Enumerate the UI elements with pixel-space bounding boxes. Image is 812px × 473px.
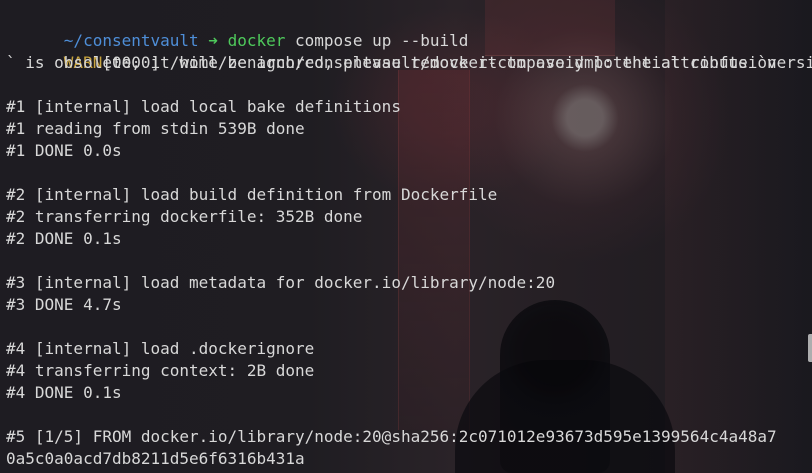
build-step-1-line: #1 reading from stdin 539B done [6, 119, 305, 138]
build-step-1-line: #1 [internal] load local bake definition… [6, 97, 401, 116]
build-step-2-line: #2 transferring dockerfile: 352B done [6, 207, 363, 226]
command-name: docker [227, 31, 286, 50]
build-step-2-line: #2 DONE 0.1s [6, 229, 122, 248]
build-step-4-line: #4 [internal] load .dockerignore [6, 339, 315, 358]
terminal-output: ~/consentvault ➜ docker compose up --bui… [0, 0, 812, 470]
build-step-5-line: 0a5c0a0acd7db8211d5e6f6316b431a [6, 449, 305, 468]
prompt-line: ~/consentvault ➜ docker compose up --bui… [6, 8, 812, 50]
terminal-window[interactable]: ~/consentvault ➜ docker compose up --bui… [0, 0, 812, 473]
build-step-3-line: #3 DONE 4.7s [6, 295, 122, 314]
command-arguments: compose up --build [295, 31, 469, 50]
prompt-directory: ~/consentvault [63, 31, 199, 50]
build-step-3-line: #3 [internal] load metadata for docker.i… [6, 273, 556, 292]
warning-line-2: ` is obsolete, it will be ignored, pleas… [6, 53, 777, 72]
build-step-2-line: #2 [internal] load build definition from… [6, 185, 498, 204]
build-step-4-line: #4 transferring context: 2B done [6, 361, 315, 380]
prompt-arrow-icon: ➜ [208, 31, 218, 50]
build-step-4-line: #4 DONE 0.1s [6, 383, 122, 402]
build-step-1-line: #1 DONE 0.0s [6, 141, 122, 160]
build-step-5-line: #5 [1/5] FROM docker.io/library/node:20@… [6, 427, 777, 446]
